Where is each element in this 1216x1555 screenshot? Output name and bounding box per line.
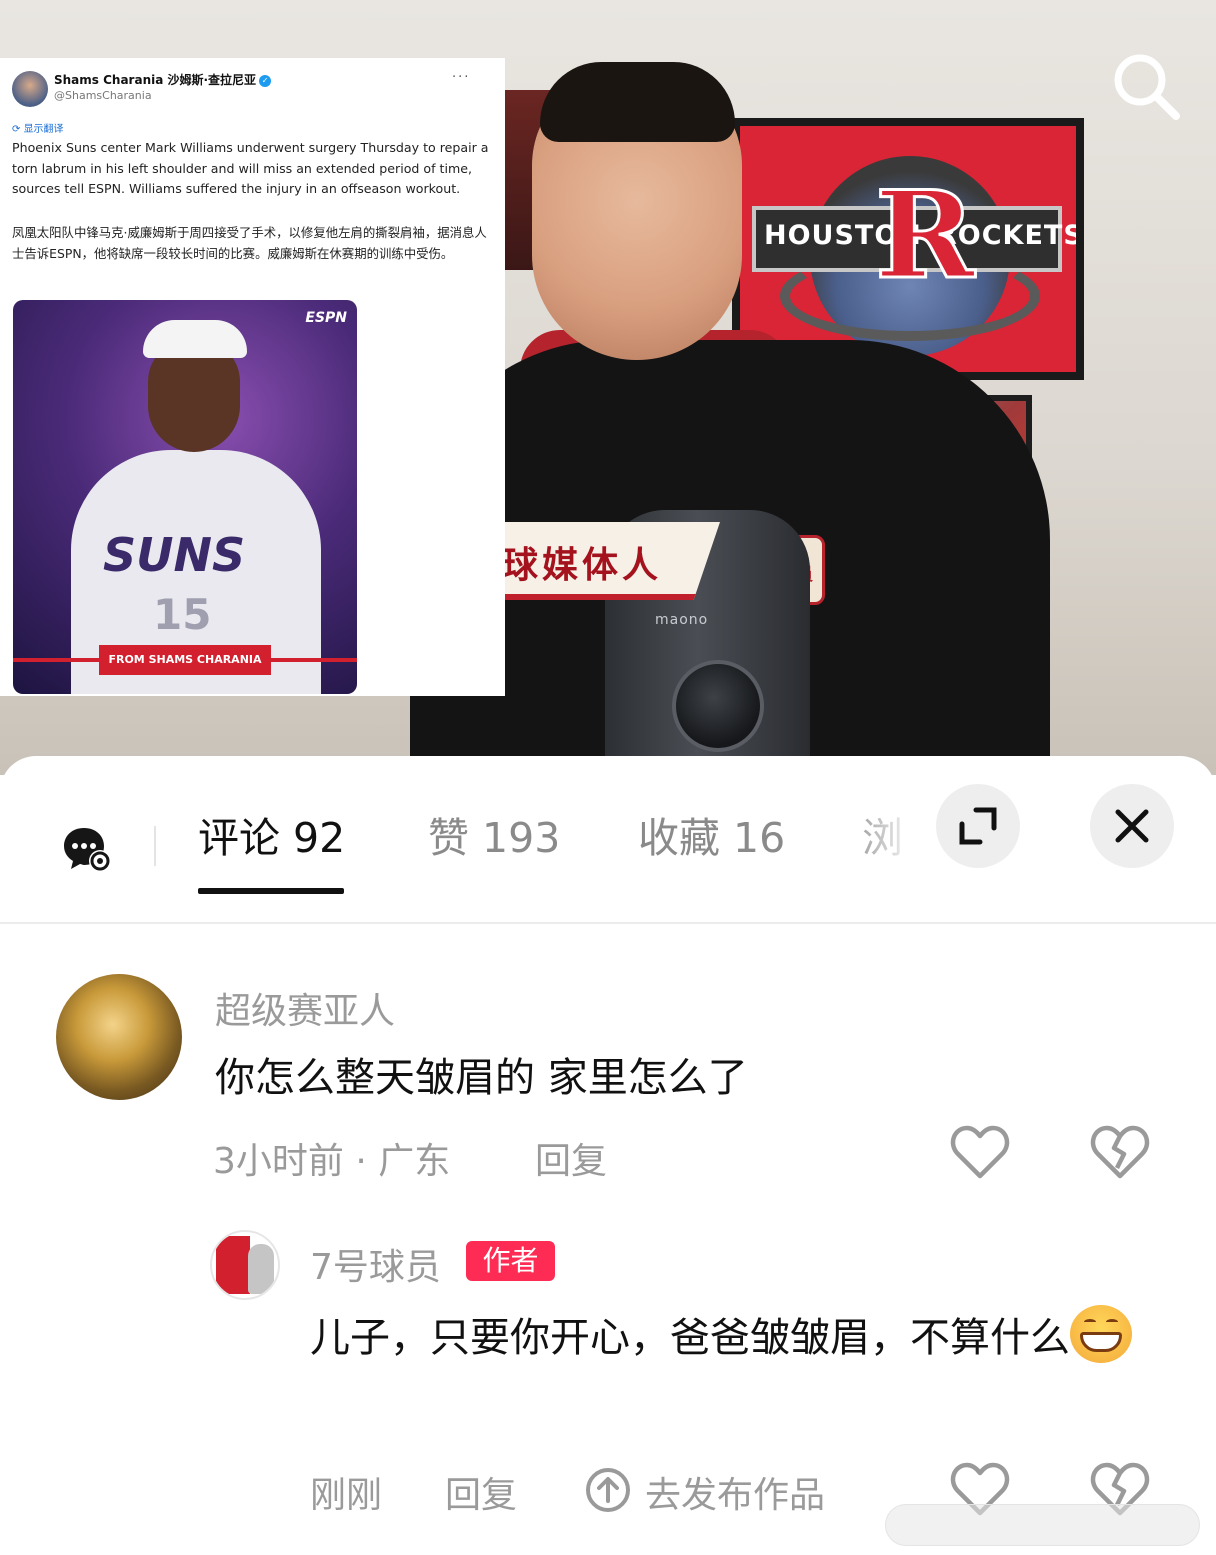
tab-bar: 评论 92 赞 193 收藏 16 浏 <box>0 756 1216 924</box>
active-tab-indicator <box>198 888 344 894</box>
close-button[interactable] <box>1090 784 1174 868</box>
tab-favorites[interactable]: 收藏 16 <box>638 804 785 864</box>
author-badge: 作者 <box>466 1241 555 1281</box>
search-icon[interactable] <box>1108 48 1184 124</box>
tweet-avatar <box>12 71 48 107</box>
espn-logo: ESPN <box>305 310 347 326</box>
more-icon: ··· <box>452 70 471 85</box>
video-caption: 球媒体人 <box>502 544 663 586</box>
author-avatar[interactable] <box>210 1230 280 1300</box>
jersey-word: SUNS <box>103 528 246 582</box>
avatar-logo <box>216 1236 250 1294</box>
video-player[interactable]: HOUSTON ROCKETS R 號球員 maono 球媒体人 Shams C… <box>0 0 1216 775</box>
tweet-translate-label: 显示翻译 <box>23 124 64 135</box>
tweet-author: Shams Charania 沙姆斯·查拉尼亚 <box>54 73 257 87</box>
tweet-card: Shams Charania 沙姆斯·查拉尼亚 ✓ @ShamsCharania … <box>0 58 505 696</box>
publish-icon[interactable] <box>584 1466 632 1514</box>
mic-brand: maono <box>655 612 709 628</box>
author-name[interactable]: 7号球员 <box>310 1238 441 1290</box>
reply-meta: 刚刚 <box>310 1475 383 1516</box>
translate-icon: ⟳ <box>12 124 24 135</box>
close-icon <box>1115 809 1149 843</box>
commenter-avatar[interactable] <box>56 974 182 1100</box>
commenter-name[interactable]: 超级赛亚人 <box>215 982 395 1034</box>
avatar-figure <box>248 1244 274 1294</box>
tab-fade <box>845 786 940 886</box>
comment-meta: 3小时前 · 广东 <box>213 1141 451 1182</box>
tweet-text-en: Phoenix Suns center Mark Williams underw… <box>12 140 489 196</box>
watermark <box>885 1504 1200 1546</box>
tweet-photo: ESPN SUNS 15 FROM SHAMS CHARANIA <box>13 300 357 694</box>
tab-likes[interactable]: 赞 193 <box>428 804 560 864</box>
dislike-icon[interactable] <box>1090 1124 1150 1180</box>
jersey-number: 15 <box>153 590 212 639</box>
reply-text-block: 儿子，只要你开心，爸爸皱皱眉，不算什么 <box>310 1302 1180 1374</box>
expand-button[interactable] <box>936 784 1020 868</box>
tweet-handle: @ShamsCharania <box>54 89 152 102</box>
tweet-text-zh: 凤凰太阳队中锋马克·威廉姆斯于周四接受了手术，以修复他左肩的撕裂肩袖，据消息人士… <box>12 225 487 261</box>
tweet-translate-link: ⟳ 显示翻译 <box>12 120 64 135</box>
chat-settings-icon[interactable] <box>62 824 114 876</box>
photo-tag: FROM SHAMS CHARANIA <box>99 645 271 675</box>
presenter-hair <box>540 62 735 142</box>
player-headband <box>143 320 247 358</box>
tab-comments[interactable]: 评论 92 <box>198 804 345 864</box>
verified-icon: ✓ <box>259 74 272 87</box>
reply-button[interactable]: 回复 <box>535 1132 607 1184</box>
video-caption-banner: 球媒体人 <box>500 522 720 600</box>
poster-r-logo: R <box>874 164 977 307</box>
grinning-emoji-icon <box>1070 1305 1132 1363</box>
publish-work-link[interactable]: 去发布作品 <box>645 1466 825 1518</box>
comment-text: 你怎么整天皱眉的 家里怎么了 <box>215 1055 748 1101</box>
tweet-author-row: Shams Charania 沙姆斯·查拉尼亚 ✓ <box>54 71 272 88</box>
reply-reply-button[interactable]: 回复 <box>445 1466 517 1518</box>
expand-icon <box>959 807 997 845</box>
tab-divider <box>154 826 156 866</box>
mic-knob <box>672 660 764 752</box>
comment-sheet: 评论 92 赞 193 收藏 16 浏 超级赛亚人 你怎么整天皱眉的 家里怎么了… <box>0 756 1216 1555</box>
reply-text: 儿子，只要你开心，爸爸皱皱眉，不算什么 <box>310 1315 1070 1361</box>
like-icon[interactable] <box>950 1124 1010 1180</box>
